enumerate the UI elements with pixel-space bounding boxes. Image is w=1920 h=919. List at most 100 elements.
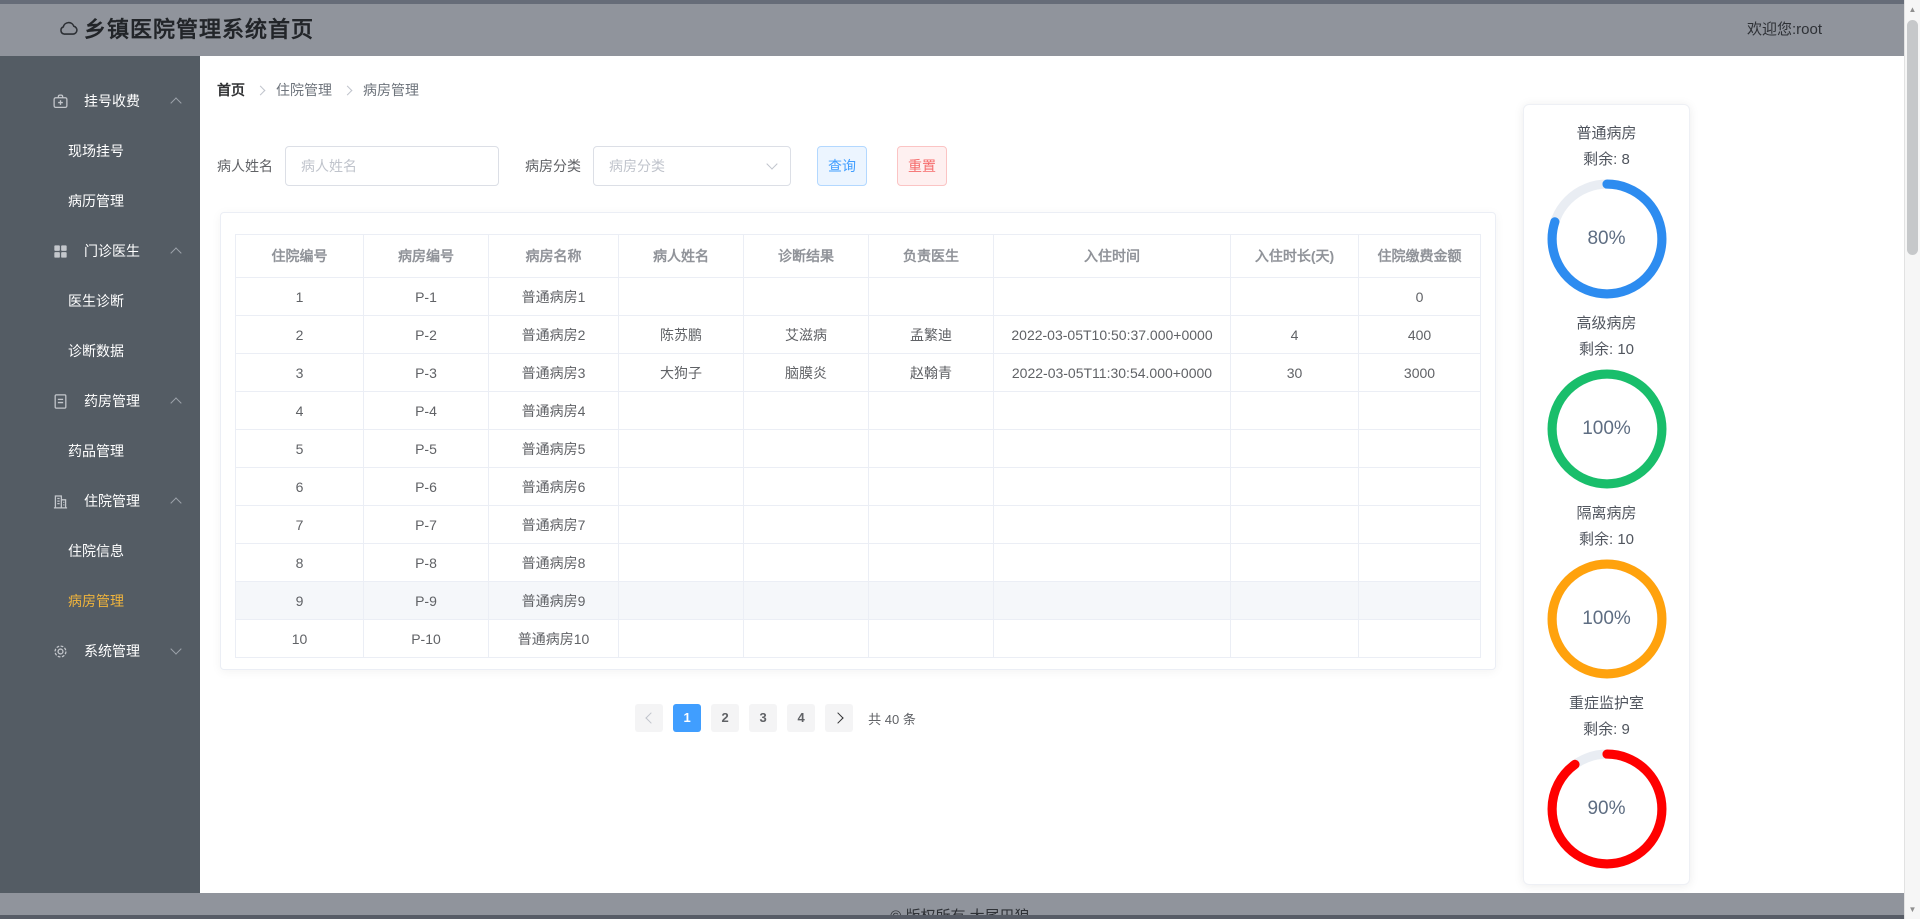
sidebar-item-label: 住院管理 xyxy=(84,493,140,509)
sidebar-subitem-medical-records[interactable]: 病历管理 xyxy=(0,176,200,226)
table-row[interactable]: 7 P-7 普通病房7 xyxy=(235,505,1481,544)
sidebar-subitem-ward-management[interactable]: 病房管理 xyxy=(0,576,200,626)
gauge-remaining-ordinary-ward: 剩余: 8 xyxy=(1583,151,1630,168)
gauge-percent-label: 80% xyxy=(1587,228,1626,249)
patient-name-input[interactable] xyxy=(285,146,499,186)
table-cell xyxy=(1358,581,1481,620)
prev-page-button[interactable] xyxy=(635,704,664,732)
room-category-placeholder: 病房分类 xyxy=(609,158,665,174)
table-row[interactable]: 6 P-6 普通病房6 xyxy=(235,467,1481,506)
next-page-button[interactable] xyxy=(825,704,854,732)
table-cell: 普通病房8 xyxy=(488,543,619,582)
first-aid-kit-icon xyxy=(52,93,69,110)
sidebar-item-outpatient-doctor[interactable]: 门诊医生 xyxy=(0,226,200,276)
sidebar-item-system-management[interactable]: 系统管理 xyxy=(0,626,200,676)
chevron-up-icon xyxy=(170,97,182,109)
breadcrumb-home[interactable]: 首页 xyxy=(217,80,245,100)
table-cell: 赵翰青 xyxy=(868,353,994,392)
table-row[interactable]: 2 P-2 普通病房2 陈苏鹏 艾滋病 孟繁迪 2022-03-05T10:50:37.00… xyxy=(235,315,1481,354)
table-cell xyxy=(1230,277,1359,316)
table-row[interactable]: 3 P-3 普通病房3 大狗子 脑膜炎 赵翰青 2022-03-05T11:30:54.00… xyxy=(235,353,1481,392)
scroll-down-arrow-icon[interactable]: ▼ xyxy=(1905,902,1920,917)
table-cell xyxy=(743,543,869,582)
table-cell xyxy=(618,505,744,544)
table-cell: P-3 xyxy=(363,353,489,392)
table-cell: 400 xyxy=(1358,315,1481,354)
gear-icon xyxy=(52,643,69,660)
table-cell xyxy=(993,543,1231,582)
sidebar-item-registration-fees[interactable]: 挂号收费 xyxy=(0,76,200,126)
window-top-edge xyxy=(0,0,1920,4)
scrollbar-thumb[interactable] xyxy=(1907,20,1918,255)
table-cell: P-10 xyxy=(363,619,489,658)
table-cell xyxy=(1230,543,1359,582)
table-cell: 1 xyxy=(235,277,364,316)
breadcrumb-hospitalization: 住院管理 xyxy=(276,82,332,98)
table-cell: 普通病房3 xyxy=(488,353,619,392)
sidebar-subitem-diagnosis-data[interactable]: 诊断数据 xyxy=(0,326,200,376)
gauge-percent-label: 100% xyxy=(1582,608,1631,629)
table-row[interactable]: 4 P-4 普通病房4 xyxy=(235,391,1481,430)
page-button-1[interactable]: 1 xyxy=(673,704,702,732)
gauge-percent-label: 100% xyxy=(1582,418,1631,439)
table-cell xyxy=(1230,429,1359,468)
search-button[interactable]: 查询 xyxy=(817,146,867,186)
table-cell xyxy=(993,429,1231,468)
page-button-4[interactable]: 4 xyxy=(787,704,816,732)
sidebar-item-pharmacy-management[interactable]: 药房管理 xyxy=(0,376,200,426)
column-header: 诊断结果 xyxy=(743,234,869,278)
occupancy-gauge-icu-ward: 90% xyxy=(1546,748,1668,870)
table-cell: 普通病房9 xyxy=(488,581,619,620)
table-cell: 普通病房2 xyxy=(488,315,619,354)
table-cell: P-7 xyxy=(363,505,489,544)
table-cell xyxy=(868,581,994,620)
sidebar-item-label: 药房管理 xyxy=(84,393,140,409)
sidebar-subitem-onsite-registration[interactable]: 现场挂号 xyxy=(0,126,200,176)
chevron-down-icon xyxy=(170,643,182,655)
table-cell: 30 xyxy=(1230,353,1359,392)
table-cell xyxy=(868,277,994,316)
table-cell xyxy=(1358,391,1481,430)
breadcrumb-ward-management: 病房管理 xyxy=(363,82,419,98)
table-row[interactable]: 10 P-10 普通病房10 xyxy=(235,619,1481,658)
column-header: 病房编号 xyxy=(363,234,489,278)
table-header-row: 住院编号 病房编号 病房名称 病人姓名 诊断结果 负责医生 入住时间 入住时长(天) 住院缴费金… xyxy=(235,234,1481,278)
table-cell: 0 xyxy=(1358,277,1481,316)
table-row[interactable]: 8 P-8 普通病房8 xyxy=(235,543,1481,582)
table-cell xyxy=(1358,429,1481,468)
table-cell: 孟繁迪 xyxy=(868,315,994,354)
table-row[interactable]: 5 P-5 普通病房5 xyxy=(235,429,1481,468)
scroll-up-arrow-icon[interactable]: ▲ xyxy=(1905,2,1920,17)
table-cell xyxy=(618,619,744,658)
sidebar-item-label: 门诊医生 xyxy=(84,243,140,259)
table-cell xyxy=(1358,543,1481,582)
table-cell: 6 xyxy=(235,467,364,506)
sidebar-subitem-doctor-diagnosis[interactable]: 医生诊断 xyxy=(0,276,200,326)
ward-table: 住院编号 病房编号 病房名称 病人姓名 诊断结果 负责医生 入住时间 入住时长(天) 住院缴费金… xyxy=(235,234,1481,658)
reset-button[interactable]: 重置 xyxy=(897,146,947,186)
table-row[interactable]: 9 P-9 普通病房9 xyxy=(235,581,1481,620)
table-cell xyxy=(993,277,1231,316)
scrollbar[interactable]: ▲ ▼ xyxy=(1904,0,1920,919)
table-row[interactable]: 1 P-1 普通病房1 0 xyxy=(235,277,1481,316)
table-cell xyxy=(868,543,994,582)
sidebar-item-label: 挂号收费 xyxy=(84,93,140,109)
page-button-3[interactable]: 3 xyxy=(749,704,778,732)
table-cell: 普通病房1 xyxy=(488,277,619,316)
table-cell: 普通病房7 xyxy=(488,505,619,544)
ward-table-card: 住院编号 病房编号 病房名称 病人姓名 诊断结果 负责医生 入住时间 入住时长(天) 住院缴费金… xyxy=(220,212,1496,670)
main-content: 首页 住院管理 病房管理 病人姓名 病房分类 病房分类 查询 重置 住院编号病房… xyxy=(200,56,1516,893)
cloud-icon xyxy=(58,20,80,36)
sidebar-item-hospitalization-management[interactable]: 住院管理 xyxy=(0,476,200,526)
page-button-2[interactable]: 2 xyxy=(711,704,740,732)
room-category-select[interactable]: 病房分类 xyxy=(593,146,791,186)
table-cell xyxy=(868,505,994,544)
building-icon xyxy=(52,493,69,510)
table-cell: 脑膜炎 xyxy=(743,353,869,392)
sidebar-subitem-hospitalization-info[interactable]: 住院信息 xyxy=(0,526,200,576)
table-cell: 10 xyxy=(235,619,364,658)
gauge-title-senior-ward: 高级病房 xyxy=(1576,315,1637,332)
sidebar-subitem-drug-management[interactable]: 药品管理 xyxy=(0,426,200,476)
table-cell xyxy=(993,619,1231,658)
table-cell xyxy=(618,277,744,316)
